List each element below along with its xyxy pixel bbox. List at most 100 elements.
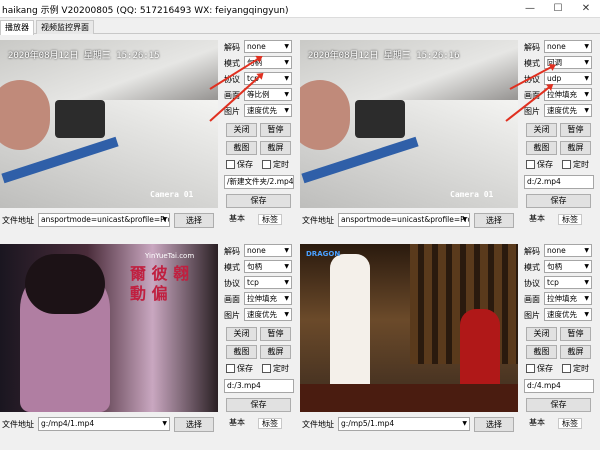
mode-label: 模式: [524, 59, 540, 68]
video-panel-3: YinYueTai.com 爾 彼 翱 動 偏 解码 none ▼ 模式 句柄 ▼ 协议 t…: [0, 240, 300, 446]
video-view[interactable]: 2020年08月12日 星期三 15:26:15 Camera 01: [0, 40, 218, 208]
save-checkbox[interactable]: [226, 364, 235, 373]
maximize-button[interactable]: ☐: [544, 0, 572, 18]
timer-checkbox[interactable]: [262, 364, 271, 373]
file-address-input[interactable]: ansportmode=unicast&profile=Profile_2▼: [338, 213, 470, 227]
tab-basic[interactable]: 基本: [526, 214, 548, 225]
tab-tags[interactable]: 标签: [558, 418, 582, 429]
image-label: 图片: [524, 311, 540, 320]
save-button[interactable]: 保存: [226, 194, 291, 208]
screenshot-button[interactable]: 截屏: [560, 345, 591, 359]
save-path-input[interactable]: /新建文件夹/2.mp4: [224, 175, 294, 189]
decode-select[interactable]: none ▼: [244, 244, 292, 257]
tab-video-monitor[interactable]: 视频监控界面: [36, 20, 94, 34]
mode-select[interactable]: 句柄 ▼: [544, 260, 592, 273]
sub-tabs: 基本 标签: [224, 418, 294, 430]
pause-button[interactable]: 暂停: [260, 123, 291, 137]
control-column: 解码 none ▼ 模式 句柄 ▼ 协议 tcp ▼ 画面 拉伸填充 ▼ 图片 速度优先 ▼ 关闭 …: [524, 244, 594, 446]
image-select[interactable]: 速度优先 ▼: [544, 104, 592, 117]
choose-button[interactable]: 选择: [174, 213, 214, 228]
screenshot-button[interactable]: 截屏: [260, 345, 291, 359]
snapshot-button[interactable]: 截图: [526, 141, 557, 155]
file-address-label: 文件地址: [2, 216, 34, 225]
save-checkbox[interactable]: [226, 160, 235, 169]
close-window-button[interactable]: ✕: [572, 0, 600, 18]
picture-label: 画面: [224, 295, 240, 304]
save-checkbox-label: 保存: [237, 364, 253, 373]
image-select[interactable]: 速度优先 ▼: [244, 104, 292, 117]
close-button[interactable]: 关闭: [526, 123, 557, 137]
file-address-label: 文件地址: [302, 420, 334, 429]
video-view[interactable]: 2020年08月12日 星期三 15:26:16 Camera 01: [300, 40, 518, 208]
tab-basic[interactable]: 基本: [226, 214, 248, 225]
choose-button[interactable]: 选择: [474, 417, 514, 432]
image-label: 图片: [224, 107, 240, 116]
minimize-button[interactable]: —: [516, 0, 544, 18]
save-path-input[interactable]: d:/2.mp4: [524, 175, 594, 189]
file-address-input[interactable]: ansportmode=unicast&profile=Profile_2▼: [38, 213, 170, 227]
picture-select[interactable]: 拉伸填充 ▼: [544, 292, 592, 305]
protocol-select[interactable]: tcp ▼: [544, 276, 592, 289]
decode-select[interactable]: none ▼: [244, 40, 292, 53]
choose-button[interactable]: 选择: [474, 213, 514, 228]
save-button[interactable]: 保存: [526, 398, 591, 412]
control-column: 解码 none ▼ 模式 句柄 ▼ 协议 tcp ▼ 画面 拉伸填充 ▼ 图片 速度优先 ▼ 关闭 …: [224, 244, 294, 446]
close-button[interactable]: 关闭: [226, 327, 257, 341]
chevron-down-icon: ▼: [284, 91, 289, 98]
file-address-input[interactable]: g:/mp5/1.mp4 ▼: [338, 417, 470, 431]
tab-tags[interactable]: 标签: [258, 418, 282, 429]
save-checkbox[interactable]: [526, 364, 535, 373]
file-address-input[interactable]: g:/mp4/1.mp4 ▼: [38, 417, 170, 431]
chevron-down-icon: ▼: [162, 216, 167, 223]
close-button[interactable]: 关闭: [226, 123, 257, 137]
image-select[interactable]: 速度优先 ▼: [244, 308, 292, 321]
video-panel-1: 2020年08月12日 星期三 15:26:15 Camera 01 解码 none…: [0, 36, 300, 242]
picture-select[interactable]: 拉伸填充 ▼: [244, 292, 292, 305]
save-path-input[interactable]: d:/3.mp4: [224, 379, 294, 393]
chevron-down-icon: ▼: [584, 311, 589, 318]
screenshot-button[interactable]: 截屏: [260, 141, 291, 155]
chevron-down-icon: ▼: [284, 107, 289, 114]
decode-select[interactable]: none ▼: [544, 40, 592, 53]
snapshot-button[interactable]: 截图: [526, 345, 557, 359]
osd-timestamp: 2020年08月12日 星期三 15:26:16: [308, 51, 460, 61]
table-shape: [300, 384, 518, 412]
save-button[interactable]: 保存: [226, 398, 291, 412]
pause-button[interactable]: 暂停: [260, 327, 291, 341]
tab-tags[interactable]: 标签: [258, 214, 282, 225]
tab-basic[interactable]: 基本: [226, 418, 248, 429]
sub-tabs: 基本 标签: [524, 214, 594, 226]
tab-player[interactable]: 播放器: [0, 20, 34, 35]
chevron-down-icon: ▼: [284, 263, 289, 270]
timer-checkbox[interactable]: [262, 160, 271, 169]
save-button[interactable]: 保存: [526, 194, 591, 208]
chevron-down-icon: ▼: [584, 107, 589, 114]
chef-shape: [330, 254, 370, 404]
osd-timestamp: 2020年08月12日 星期三 15:26:15: [8, 51, 160, 61]
save-path-input[interactable]: d:/4.mp4: [524, 379, 594, 393]
protocol-label: 协议: [224, 279, 240, 288]
tab-basic[interactable]: 基本: [526, 418, 548, 429]
protocol-select[interactable]: tcp ▼: [244, 276, 292, 289]
pause-button[interactable]: 暂停: [560, 327, 591, 341]
choose-button[interactable]: 选择: [174, 417, 214, 432]
title-bar: haikang 示例 V20200805 (QQ: 517216493 WX: …: [0, 0, 600, 18]
mode-select[interactable]: 句柄 ▼: [244, 260, 292, 273]
tab-tags[interactable]: 标签: [558, 214, 582, 225]
timer-checkbox[interactable]: [562, 364, 571, 373]
video-view[interactable]: YinYueTai.com 爾 彼 翱 動 偏: [0, 244, 218, 412]
picture-select[interactable]: 等比例 ▼: [244, 88, 292, 101]
chevron-down-icon: ▼: [584, 91, 589, 98]
screenshot-button[interactable]: 截屏: [560, 141, 591, 155]
decode-select[interactable]: none ▼: [544, 244, 592, 257]
snapshot-button[interactable]: 截图: [226, 141, 257, 155]
camera-label: Camera 01: [150, 190, 194, 199]
close-button[interactable]: 关闭: [526, 327, 557, 341]
save-checkbox[interactable]: [526, 160, 535, 169]
address-bar: 文件地址 ansportmode=unicast&profile=Profile…: [0, 211, 222, 231]
pause-button[interactable]: 暂停: [560, 123, 591, 137]
image-select[interactable]: 速度优先 ▼: [544, 308, 592, 321]
video-view[interactable]: DRAGON: [300, 244, 518, 412]
timer-checkbox[interactable]: [562, 160, 571, 169]
snapshot-button[interactable]: 截图: [226, 345, 257, 359]
